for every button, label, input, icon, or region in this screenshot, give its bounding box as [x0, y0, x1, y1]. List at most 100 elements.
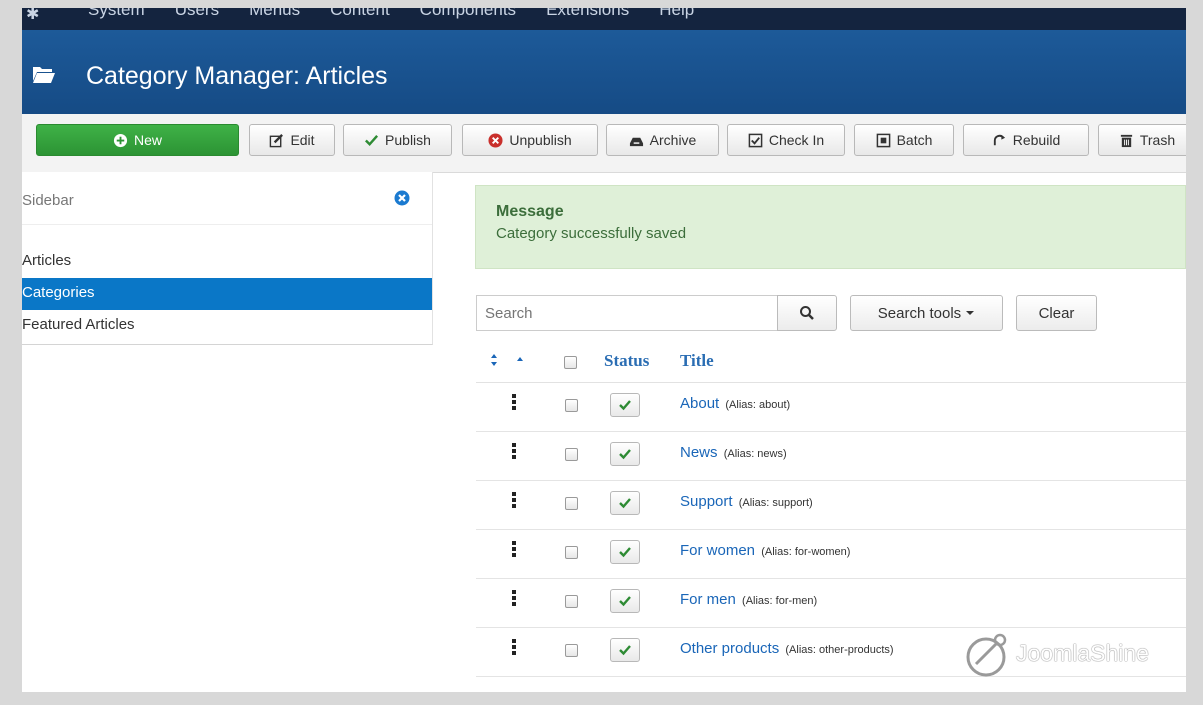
publish-button[interactable]: Publish [343, 124, 452, 156]
search-tools-button[interactable]: Search tools [850, 295, 1003, 331]
trash-button-label: Trash [1139, 132, 1176, 148]
sidebar-item-featured-articles[interactable]: Featured Articles [22, 310, 432, 342]
check-icon [619, 596, 631, 607]
rebuild-button[interactable]: Rebuild [963, 124, 1089, 156]
caret-down-icon [966, 311, 975, 315]
message-heading: Message [496, 203, 564, 220]
drag-handle-icon[interactable] [512, 590, 516, 606]
unpublish-button-label: Unpublish [509, 132, 572, 148]
category-title: For women [680, 542, 756, 559]
category-title-link[interactable]: News (Alias: news) [680, 444, 787, 461]
search-tools-label: Search tools [877, 304, 962, 322]
success-message: Message Category successfully saved [475, 185, 1186, 269]
search-input[interactable] [476, 295, 778, 331]
admin-window: ✱ System Users Menus Content Components … [22, 8, 1186, 692]
table-row: Support (Alias: support) [476, 481, 1186, 530]
search-button[interactable] [777, 295, 837, 331]
category-title-link[interactable]: About (Alias: about) [680, 395, 790, 412]
check-icon [619, 645, 631, 656]
page-title: Category Manager: Articles [86, 62, 388, 90]
row-checkbox[interactable] [565, 644, 578, 657]
rebuild-button-label: Rebuild [1012, 132, 1061, 148]
drag-handle-icon[interactable] [512, 394, 516, 410]
menu-system[interactable]: System [88, 8, 145, 20]
drag-handle-icon[interactable] [512, 541, 516, 557]
table-row: For men (Alias: for-men) [476, 579, 1186, 628]
check-icon [619, 547, 631, 558]
drag-handle-icon[interactable] [512, 492, 516, 508]
category-title-link[interactable]: For women (Alias: for-women) [680, 542, 850, 559]
category-title-link[interactable]: Support (Alias: support) [680, 493, 813, 510]
sidebar-item-categories[interactable]: Categories [22, 278, 432, 310]
table-row: About (Alias: about) [476, 383, 1186, 432]
menu-menus[interactable]: Menus [249, 8, 300, 20]
unpublish-button[interactable]: Unpublish [462, 124, 598, 156]
select-all-checkbox[interactable] [564, 356, 577, 369]
batch-button[interactable]: Batch [854, 124, 954, 156]
new-button[interactable]: New [36, 124, 239, 156]
publish-toggle[interactable] [610, 638, 640, 662]
category-title-link[interactable]: Other products (Alias: other-products) [680, 640, 894, 657]
category-title: Support [680, 493, 733, 510]
sidebar: Sidebar Articles Categories Featured Art… [22, 172, 433, 345]
top-menu: System Users Menus Content Components Ex… [88, 8, 694, 20]
check-icon [365, 134, 379, 146]
sidebar-item-articles[interactable]: Articles [22, 246, 432, 278]
menu-components[interactable]: Components [420, 8, 516, 20]
title-bar: Category Manager: Articles [22, 30, 1186, 118]
search-icon [800, 306, 814, 320]
publish-toggle[interactable] [610, 491, 640, 515]
edit-icon [270, 133, 284, 147]
check-icon [619, 449, 631, 460]
category-alias: (Alias: news) [723, 448, 787, 460]
clear-button-label: Clear [1038, 304, 1075, 322]
publish-button-label: Publish [385, 132, 431, 148]
category-alias: (Alias: support) [738, 497, 813, 509]
menu-extensions[interactable]: Extensions [546, 8, 629, 20]
joomla-logo-icon[interactable]: ✱ [26, 8, 44, 23]
sidebar-title: Sidebar [22, 192, 74, 209]
toolbar: New Edit Publish Unpublish Archive Check… [22, 114, 1186, 173]
archive-button[interactable]: Archive [606, 124, 719, 156]
category-title: Other products [680, 640, 780, 657]
category-title: News [680, 444, 718, 461]
table-row: For women (Alias: for-women) [476, 530, 1186, 579]
publish-toggle[interactable] [610, 393, 640, 417]
row-checkbox[interactable] [565, 546, 578, 559]
publish-toggle[interactable] [610, 540, 640, 564]
folder-open-icon [33, 67, 55, 83]
row-checkbox[interactable] [565, 448, 578, 461]
category-alias: (Alias: other-products) [785, 644, 894, 656]
ordering-sort-icon[interactable] [488, 352, 532, 368]
publish-toggle[interactable] [610, 442, 640, 466]
row-checkbox[interactable] [565, 399, 578, 412]
publish-toggle[interactable] [610, 589, 640, 613]
drag-handle-icon[interactable] [512, 639, 516, 655]
clear-button[interactable]: Clear [1016, 295, 1097, 331]
message-text: Category successfully saved [496, 225, 687, 242]
new-button-label: New [133, 132, 162, 148]
drag-handle-icon[interactable] [512, 443, 516, 459]
edit-button[interactable]: Edit [249, 124, 335, 156]
plus-circle-icon [113, 133, 128, 147]
check-icon [619, 498, 631, 509]
menu-users[interactable]: Users [175, 8, 219, 20]
trash-button[interactable]: Trash [1098, 124, 1186, 156]
watermark-text: JoomlaShine [1016, 640, 1149, 666]
status-column-header[interactable]: Status [604, 351, 649, 371]
category-title-link[interactable]: For men (Alias: for-men) [680, 591, 817, 608]
watermark-logo-icon [966, 633, 1007, 677]
row-checkbox[interactable] [565, 497, 578, 510]
menu-content[interactable]: Content [330, 8, 390, 20]
top-navbar: ✱ System Users Menus Content Components … [22, 8, 1186, 30]
row-checkbox[interactable] [565, 595, 578, 608]
menu-help[interactable]: Help [659, 8, 694, 20]
check-icon [619, 400, 631, 411]
close-sidebar-icon[interactable] [394, 190, 410, 206]
checkin-button[interactable]: Check In [727, 124, 845, 156]
title-column-header[interactable]: Title [680, 351, 714, 371]
category-alias: (Alias: for-women) [761, 546, 851, 558]
archive-button-label: Archive [649, 132, 697, 148]
archive-icon [629, 137, 643, 146]
refresh-icon [993, 134, 1005, 145]
